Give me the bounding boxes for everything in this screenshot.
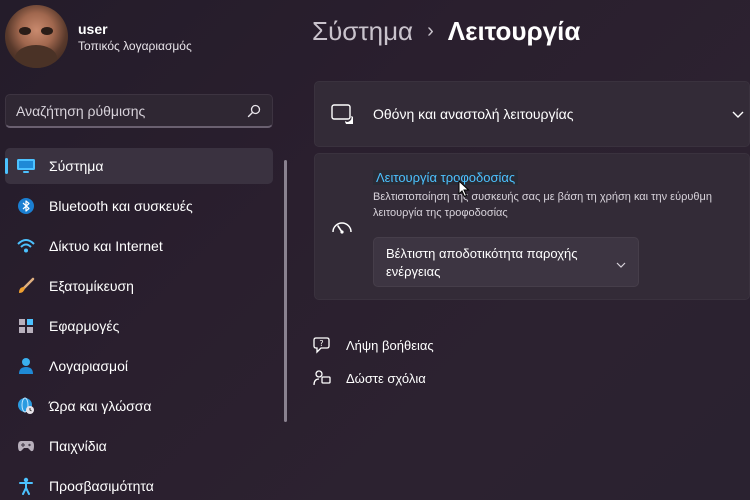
sidebar-scrollbar[interactable] — [284, 160, 287, 422]
sidebar-item-network[interactable]: Δίκτυο και Internet — [5, 228, 273, 264]
display-sleep-icon — [331, 104, 355, 129]
sidebar-item-label: Δίκτυο και Internet — [49, 238, 163, 254]
breadcrumb-separator: › — [427, 19, 434, 42]
profile-text: user Τοπικός λογαριασμός — [78, 20, 192, 54]
search-input[interactable] — [16, 102, 246, 119]
search-box[interactable] — [5, 94, 273, 128]
sidebar-item-apps[interactable]: Εφαρμογές — [5, 308, 273, 344]
breadcrumb: Σύστημα › Λειτουργία — [312, 12, 580, 50]
sidebar-item-label: Παιχνίδια — [49, 438, 107, 454]
gamepad-icon — [15, 435, 37, 457]
person-icon — [15, 355, 37, 377]
give-feedback-label: Δώστε σχόλια — [346, 370, 426, 386]
power-mode-selected-value: Βέλτιστη αποδοτικότητα παροχής ενέργειας — [386, 246, 578, 279]
sidebar: user Τοπικός λογαριασμός Σύστημα Bluetoo… — [0, 0, 290, 500]
account-type: Τοπικός λογαριασμός — [78, 38, 192, 53]
sidebar-item-label: Προσβασιμότητα — [49, 478, 154, 494]
display-sleep-card[interactable]: Οθόνη και αναστολή λειτουργίας — [314, 81, 750, 147]
user-profile[interactable]: user Τοπικός λογαριασμός — [5, 5, 192, 68]
power-mode-card: Λειτουργία τροφοδοσίας Βελτιστοποίηση τη… — [314, 153, 750, 300]
mouse-cursor-icon — [458, 179, 470, 203]
sidebar-item-gaming[interactable]: Παιχνίδια — [5, 428, 273, 464]
display-sleep-title: Οθόνη και αναστολή λειτουργίας — [373, 106, 574, 122]
power-mode-title: Λειτουργία τροφοδοσίας — [373, 170, 519, 185]
sidebar-item-label: Bluetooth και συσκευές — [49, 198, 193, 214]
avatar[interactable] — [5, 5, 68, 68]
sidebar-item-label: Ώρα και γλώσσα — [49, 398, 152, 414]
chevron-down-icon — [616, 256, 626, 274]
wifi-icon — [15, 235, 37, 257]
sidebar-item-label: Εφαρμογές — [49, 318, 120, 334]
sidebar-item-label: Σύστημα — [49, 158, 104, 174]
sidebar-item-time-language[interactable]: Ώρα και γλώσσα — [5, 388, 273, 424]
power-mode-dropdown[interactable]: Βέλτιστη αποδοτικότητα παροχής ενέργειας — [373, 237, 639, 287]
sidebar-nav: Σύστημα Bluetooth και συσκευές Δίκτυο κα… — [5, 148, 273, 500]
sidebar-item-label: Λογαριασμοί — [49, 358, 129, 374]
apps-icon — [15, 315, 37, 337]
sidebar-item-accounts[interactable]: Λογαριασμοί — [5, 348, 273, 384]
sidebar-item-bluetooth[interactable]: Bluetooth και συσκευές — [5, 188, 273, 224]
globe-clock-icon — [15, 395, 37, 417]
get-help-label: Λήψη βοήθειας — [346, 337, 434, 353]
chevron-down-icon[interactable] — [731, 106, 745, 124]
brush-icon — [15, 275, 37, 297]
power-mode-description: Βελτιστοποίηση της συσκευής σας με βάση … — [373, 191, 712, 219]
help-chat-icon: ? — [312, 335, 332, 355]
give-feedback-link[interactable]: Δώστε σχόλια — [312, 367, 434, 389]
speedometer-icon — [331, 218, 353, 241]
svg-text:?: ? — [319, 339, 323, 348]
bluetooth-icon — [15, 195, 37, 217]
sidebar-item-system[interactable]: Σύστημα — [5, 148, 273, 184]
help-links: ? Λήψη βοήθειας Δώστε σχόλια — [312, 334, 434, 400]
feedback-icon — [312, 368, 332, 388]
sidebar-item-label: Εξατομίκευση — [49, 278, 134, 294]
monitor-icon — [15, 155, 37, 177]
user-name: user — [78, 20, 108, 37]
search-icon[interactable] — [246, 103, 262, 119]
breadcrumb-parent[interactable]: Σύστημα — [312, 16, 413, 47]
sidebar-item-personalization[interactable]: Εξατομίκευση — [5, 268, 273, 304]
accessibility-icon — [15, 475, 37, 497]
sidebar-item-accessibility[interactable]: Προσβασιμότητα — [5, 468, 273, 500]
page-title: Λειτουργία — [447, 15, 581, 46]
get-help-link[interactable]: ? Λήψη βοήθειας — [312, 334, 434, 356]
